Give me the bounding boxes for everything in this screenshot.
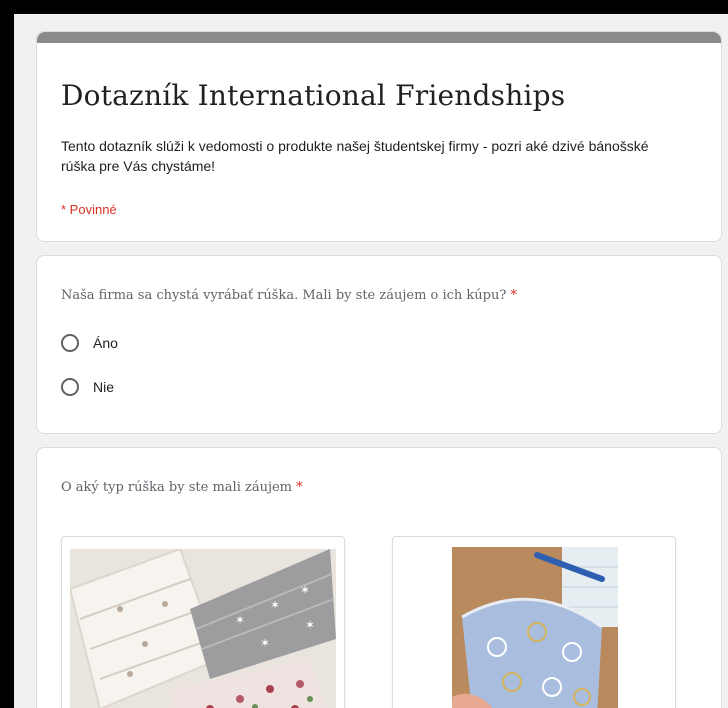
form-description: Tento dotazník slúži k vedomosti o produ…	[61, 138, 649, 174]
required-asterisk: *	[296, 480, 303, 495]
fabric-masks-photo: ✶ ✶ ✶ ✶ ✶	[70, 549, 336, 708]
question-text: Naša firma sa chystá vyrábať rúška. Mali…	[61, 288, 507, 303]
form-title: Dotazník International Friendships	[61, 79, 566, 112]
image-option-1[interactable]: ✶ ✶ ✶ ✶ ✶	[61, 536, 345, 708]
svg-text:✶: ✶	[300, 583, 310, 597]
question-card-1: Naša firma sa chystá vyrábať rúška. Mali…	[36, 255, 722, 434]
radio-button[interactable]	[61, 334, 79, 352]
option-nie[interactable]: Nie	[61, 378, 114, 396]
shaped-mask-photo	[452, 547, 618, 708]
form-header-card: Dotazník International Friendships Tento…	[36, 31, 722, 242]
option-label: Áno	[93, 335, 118, 351]
svg-text:✶: ✶	[305, 618, 315, 632]
form-page: Dotazník International Friendships Tento…	[14, 14, 728, 708]
option-label: Nie	[93, 379, 115, 395]
image-option-2[interactable]	[392, 536, 676, 708]
svg-text:✶: ✶	[260, 636, 270, 650]
question-text: O aký typ rúška by ste mali záujem	[61, 480, 293, 495]
question-title: Naša firma sa chystá vyrábať rúška. Mali…	[61, 288, 517, 303]
question-title: O aký typ rúška by ste mali záujem *	[61, 480, 303, 495]
svg-text:✶: ✶	[235, 613, 245, 627]
required-note: * Povinné	[61, 202, 117, 217]
window-frame-top	[0, 0, 728, 14]
radio-button[interactable]	[61, 378, 79, 396]
option-ano[interactable]: Áno	[61, 334, 118, 352]
window-frame-left	[0, 0, 14, 708]
header-accent-strip	[37, 32, 721, 43]
required-asterisk: *	[510, 288, 517, 303]
question-card-2: O aký typ rúška by ste mali záujem * ✶ ✶…	[36, 447, 722, 708]
svg-text:✶: ✶	[270, 598, 280, 612]
